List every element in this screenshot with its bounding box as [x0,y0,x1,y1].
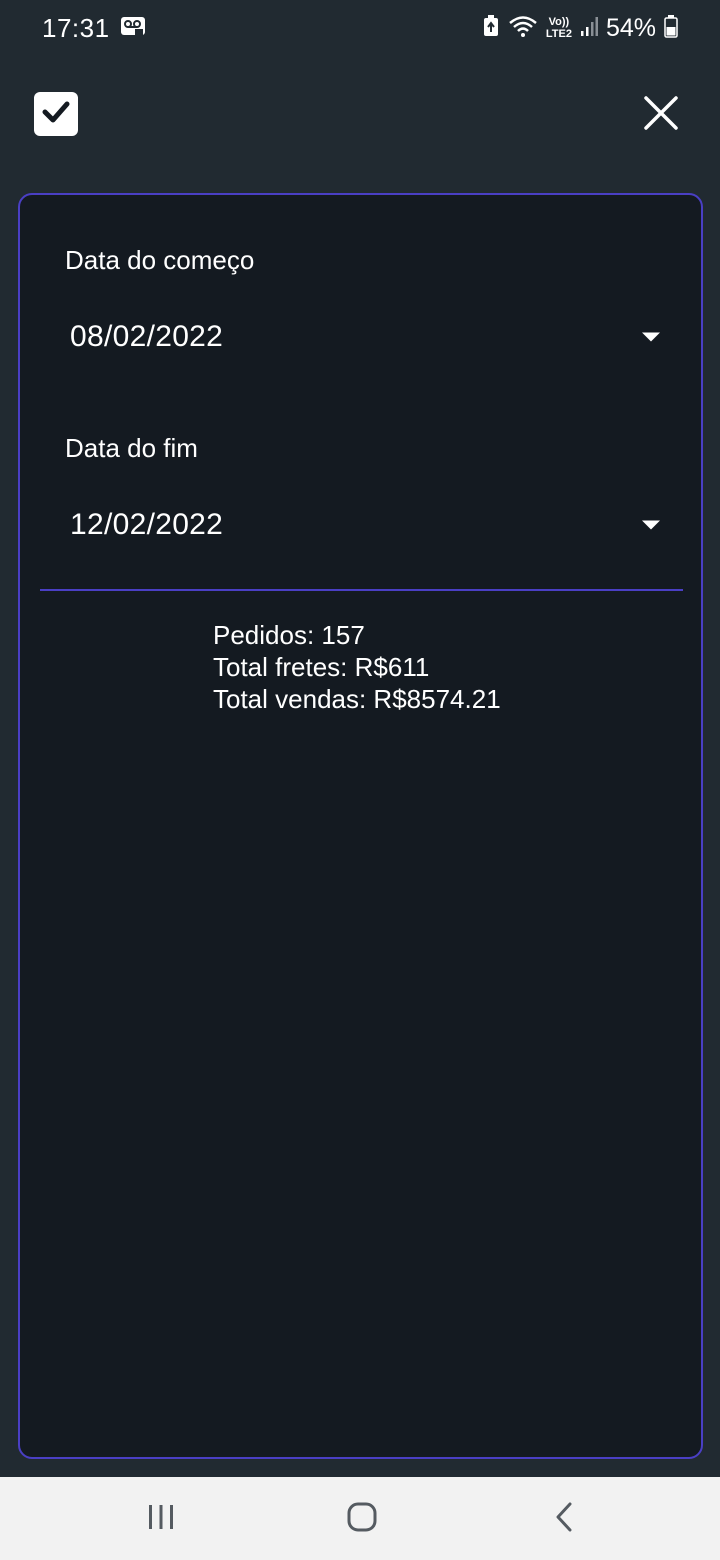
signal-icon [580,15,598,42]
volte-lte2-icon: Vo)) LTE2 [546,16,572,40]
end-date-label: Data do fim [65,433,198,463]
voicemail-icon [120,15,146,42]
start-date-value: 08/02/2022 [70,320,224,353]
volte-label: Vo)) [548,16,570,28]
checkbox-checked-icon [41,99,71,130]
battery-icon [664,14,678,43]
chevron-down-icon [642,520,660,530]
recent-apps-icon [146,1503,176,1536]
end-date-dropdown[interactable]: 12/02/2022 [60,495,660,555]
status-bar: 17:31 Vo)) LTE2 54% [0,0,720,56]
wifi-icon [508,14,538,43]
battery-percent: 54% [605,13,656,42]
back-button[interactable] [539,1495,589,1543]
status-right: Vo)) LTE2 54% [482,14,678,43]
home-icon [346,1501,378,1538]
nav-bar [0,1477,720,1560]
home-button[interactable] [337,1495,387,1543]
screen: 17:31 Vo)) LTE2 54% Data do começo 08/02… [0,0,720,1560]
lte2-label: LTE2 [545,28,572,40]
sales-total: Total vendas: R$8574.21 [213,684,501,714]
toolbar [0,80,720,152]
start-date-dropdown[interactable]: 08/02/2022 [60,307,660,367]
status-time: 17:31 [42,12,110,43]
back-icon [552,1501,576,1538]
close-button[interactable] [636,90,686,140]
chevron-down-icon [642,332,660,342]
divider [40,589,683,591]
confirm-button[interactable] [34,92,78,136]
recent-apps-button[interactable] [136,1495,186,1543]
filter-card: Data do começo 08/02/2022 Data do fim 12… [18,193,703,1459]
recycle-icon [482,14,500,43]
status-left: 17:31 [42,13,146,44]
orders-count: Pedidos: 157 [213,620,365,650]
end-date-value: 12/02/2022 [70,508,224,541]
close-icon [643,95,679,136]
summary: Pedidos: 157 Total fretes: R$611 Total v… [213,619,501,715]
start-date-label: Data do começo [65,245,255,275]
shipping-total: Total fretes: R$611 [213,652,430,682]
